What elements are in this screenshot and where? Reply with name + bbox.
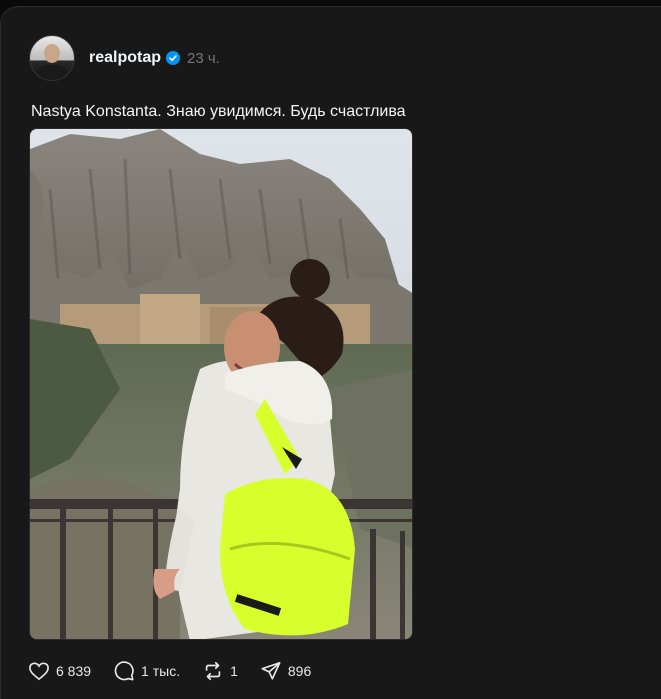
post-header: realpotap 23 ч. — [29, 35, 220, 81]
heart-icon — [29, 662, 49, 681]
post-actions: 6 839 1 тыс. 1 896 — [28, 658, 333, 684]
username[interactable]: realpotap — [89, 49, 161, 67]
comment-icon — [114, 661, 134, 681]
repost-icon — [205, 661, 221, 681]
share-count: 896 — [287, 663, 312, 679]
repost-button[interactable]: 1 — [202, 660, 238, 682]
like-button[interactable]: 6 839 — [28, 661, 91, 681]
reply-button[interactable]: 1 тыс. — [113, 660, 180, 682]
post-caption: Nastya Konstanta. Знаю увидимся. Будь сч… — [31, 103, 406, 120]
post-photo[interactable] — [29, 128, 413, 640]
post-time[interactable]: 23 ч. — [187, 50, 220, 67]
avatar[interactable] — [29, 35, 75, 81]
share-button[interactable]: 896 — [260, 660, 311, 682]
send-icon — [261, 661, 281, 680]
repost-count: 1 — [230, 663, 238, 679]
reply-count: 1 тыс. — [141, 663, 181, 679]
verified-badge-icon — [166, 51, 181, 65]
like-count: 6 839 — [56, 663, 92, 679]
